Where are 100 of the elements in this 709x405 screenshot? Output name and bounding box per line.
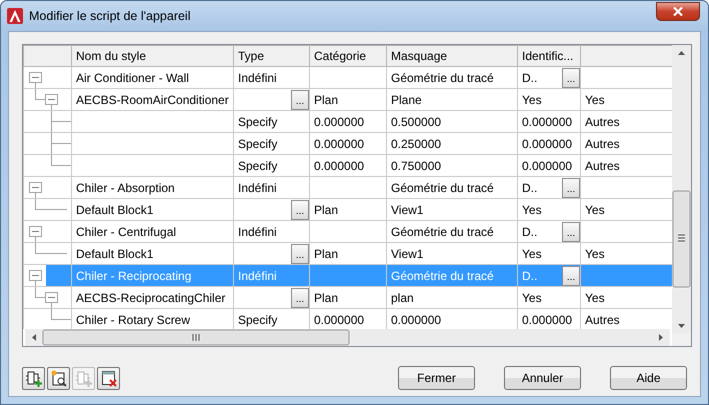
ellipsis-button[interactable]: ... <box>291 244 308 264</box>
table-cell-text: 0.250000 <box>391 136 442 152</box>
table-row[interactable]: Specify 0.000000 0.500000 0.000000 Autres <box>24 110 672 132</box>
table-cell-text: Yes <box>585 202 605 218</box>
tree-line <box>35 280 36 286</box>
dialog-button[interactable]: Fermer <box>398 366 475 390</box>
table-cell-text: 0.000000 <box>522 136 572 152</box>
window-title: Modifier le script de l'appareil <box>29 8 190 25</box>
tree-line <box>50 310 70 320</box>
ellipsis-button[interactable]: ... <box>562 222 580 242</box>
table-cell-text: Specify <box>238 158 278 174</box>
close-button[interactable] <box>656 2 700 20</box>
table-cell-text: Indéfini <box>238 180 277 196</box>
delete-button[interactable] <box>97 366 120 390</box>
table-row[interactable]: Default Block1 ... Plan View1 Yes Yes <box>24 198 672 220</box>
table-cell-text: Yes <box>522 92 542 108</box>
table-cell-text: 0.000000 <box>391 312 442 328</box>
dialog-button[interactable]: Annuler <box>504 366 581 390</box>
table-cell-text: Specify <box>238 136 278 152</box>
add-button[interactable] <box>22 366 45 390</box>
document-search-icon <box>50 368 68 388</box>
expand-toggle[interactable] <box>29 226 42 237</box>
table-cell-text: Yes <box>522 246 542 262</box>
table-cell-text: AECBS-RoomAirConditioner <box>76 92 229 108</box>
table-cell-text: Yes <box>585 92 605 108</box>
table-cell-text: D.. <box>522 180 538 196</box>
table-cell-text: Autres <box>585 136 620 152</box>
table-cell-text: View1 <box>391 246 424 262</box>
table-cell-text: 0.000000 <box>314 312 364 328</box>
table-cell-text: D.. <box>522 268 538 284</box>
table-cell-text: 0.000000 <box>314 114 364 130</box>
ellipsis-button[interactable]: ... <box>291 90 308 110</box>
table-cell-text: Yes <box>522 290 542 306</box>
table-cell-text: 0.000000 <box>522 114 572 130</box>
tree-line <box>35 236 36 242</box>
table-cell-text: Specify <box>238 312 278 328</box>
expand-toggle[interactable] <box>29 72 42 83</box>
table-cell-text: 0.000000 <box>314 136 364 152</box>
tree-line <box>35 192 36 198</box>
tree-line <box>34 200 68 210</box>
table-cell-text: View1 <box>391 202 424 218</box>
ellipsis-button[interactable]: ... <box>562 178 580 198</box>
table-cell-text: Autres <box>585 114 620 130</box>
table-cell-text: Plan <box>314 246 338 262</box>
new-button[interactable] <box>47 366 70 390</box>
table-cell-text: Géométrie du tracé <box>391 224 494 240</box>
table-cell-text: Yes <box>585 290 605 306</box>
ellipsis-button[interactable]: ... <box>562 266 580 286</box>
table-cell-text: Chiler - Reciprocating <box>76 268 192 284</box>
table-row[interactable]: Chiler - Centrifugal Indéfini Géométrie du tracé D.. ... <box>24 220 672 242</box>
dialog-button[interactable]: Aide <box>610 366 687 390</box>
table-cell-text: Chiler - Absorption <box>76 180 175 196</box>
table-cell-text: 0.000000 <box>314 158 364 174</box>
table-cell-text: 0.000000 <box>522 312 572 328</box>
ellipsis-button[interactable]: ... <box>291 200 308 220</box>
tree-line <box>34 244 68 254</box>
table-row[interactable]: Air Conditioner - Wall Indéfini Géométrie du tracé D.. ... <box>24 66 672 88</box>
table-cell-text: Plane <box>391 92 422 108</box>
expand-toggle[interactable] <box>29 182 42 193</box>
table-cell-text: Plan <box>314 92 338 108</box>
ellipsis-button[interactable]: ... <box>291 288 308 308</box>
tree-line <box>35 82 36 88</box>
ellipsis-button[interactable]: ... <box>562 68 580 88</box>
table-cell-text: Plan <box>314 290 338 306</box>
table-cell-text: Indéfini <box>238 224 277 240</box>
table-cell-text: D.. <box>522 70 538 86</box>
table-row[interactable]: Chiler - Reciprocating Indéfini Géométrie du tracé D.. ... <box>24 264 672 286</box>
expand-toggle[interactable] <box>29 270 42 281</box>
table-row[interactable]: Specify 0.000000 0.250000 0.000000 Autres <box>24 132 672 154</box>
block-plus-icon <box>74 368 92 388</box>
table-cell-text: D.. <box>522 224 538 240</box>
table-row[interactable]: Chiler - Absorption Indéfini Géométrie du tracé D.. ... <box>24 176 672 198</box>
table-cell-text: Géométrie du tracé <box>391 180 494 196</box>
block-plus-icon <box>24 368 42 388</box>
table-cell-text: plan <box>391 290 414 306</box>
tree-line <box>50 156 70 166</box>
expand-toggle[interactable] <box>45 292 58 303</box>
table-row[interactable]: AECBS-RoomAirConditioner ... Plan Plane Yes Yes <box>24 88 672 110</box>
tree-line <box>34 288 52 308</box>
table-cell-text: Autres <box>585 312 620 328</box>
window-delete-icon <box>100 368 118 388</box>
table-row[interactable]: AECBS-ReciprocatingChiler ... Plan plan Yes Yes <box>24 286 672 308</box>
table-cell-text: Specify <box>238 114 278 130</box>
table-cell-text: Géométrie du tracé <box>391 70 494 86</box>
table-cell-text: Default Block1 <box>76 246 154 262</box>
table-cell-text: Plan <box>314 202 338 218</box>
table-cell-text: 0.500000 <box>391 114 442 130</box>
table-cell-text: AECBS-ReciprocatingChiler <box>76 290 226 306</box>
table-row[interactable]: Specify 0.000000 0.750000 0.000000 Autres <box>24 154 672 176</box>
table-cell-text: Indéfini <box>238 70 277 86</box>
expand-toggle[interactable] <box>45 94 58 105</box>
table-cell-text: 0.750000 <box>391 158 442 174</box>
table-cell-text: Autres <box>585 158 620 174</box>
tree-line <box>34 90 52 110</box>
horizontal-scrollbar[interactable] <box>23 329 672 346</box>
table-cell-text: Géométrie du tracé <box>391 268 494 284</box>
table-cell-text: Chiler - Rotary Screw <box>76 312 190 328</box>
table-cell-text: Indéfini <box>238 268 277 284</box>
close-icon <box>673 6 683 16</box>
table-cell-text: Chiler - Centrifugal <box>76 224 176 240</box>
